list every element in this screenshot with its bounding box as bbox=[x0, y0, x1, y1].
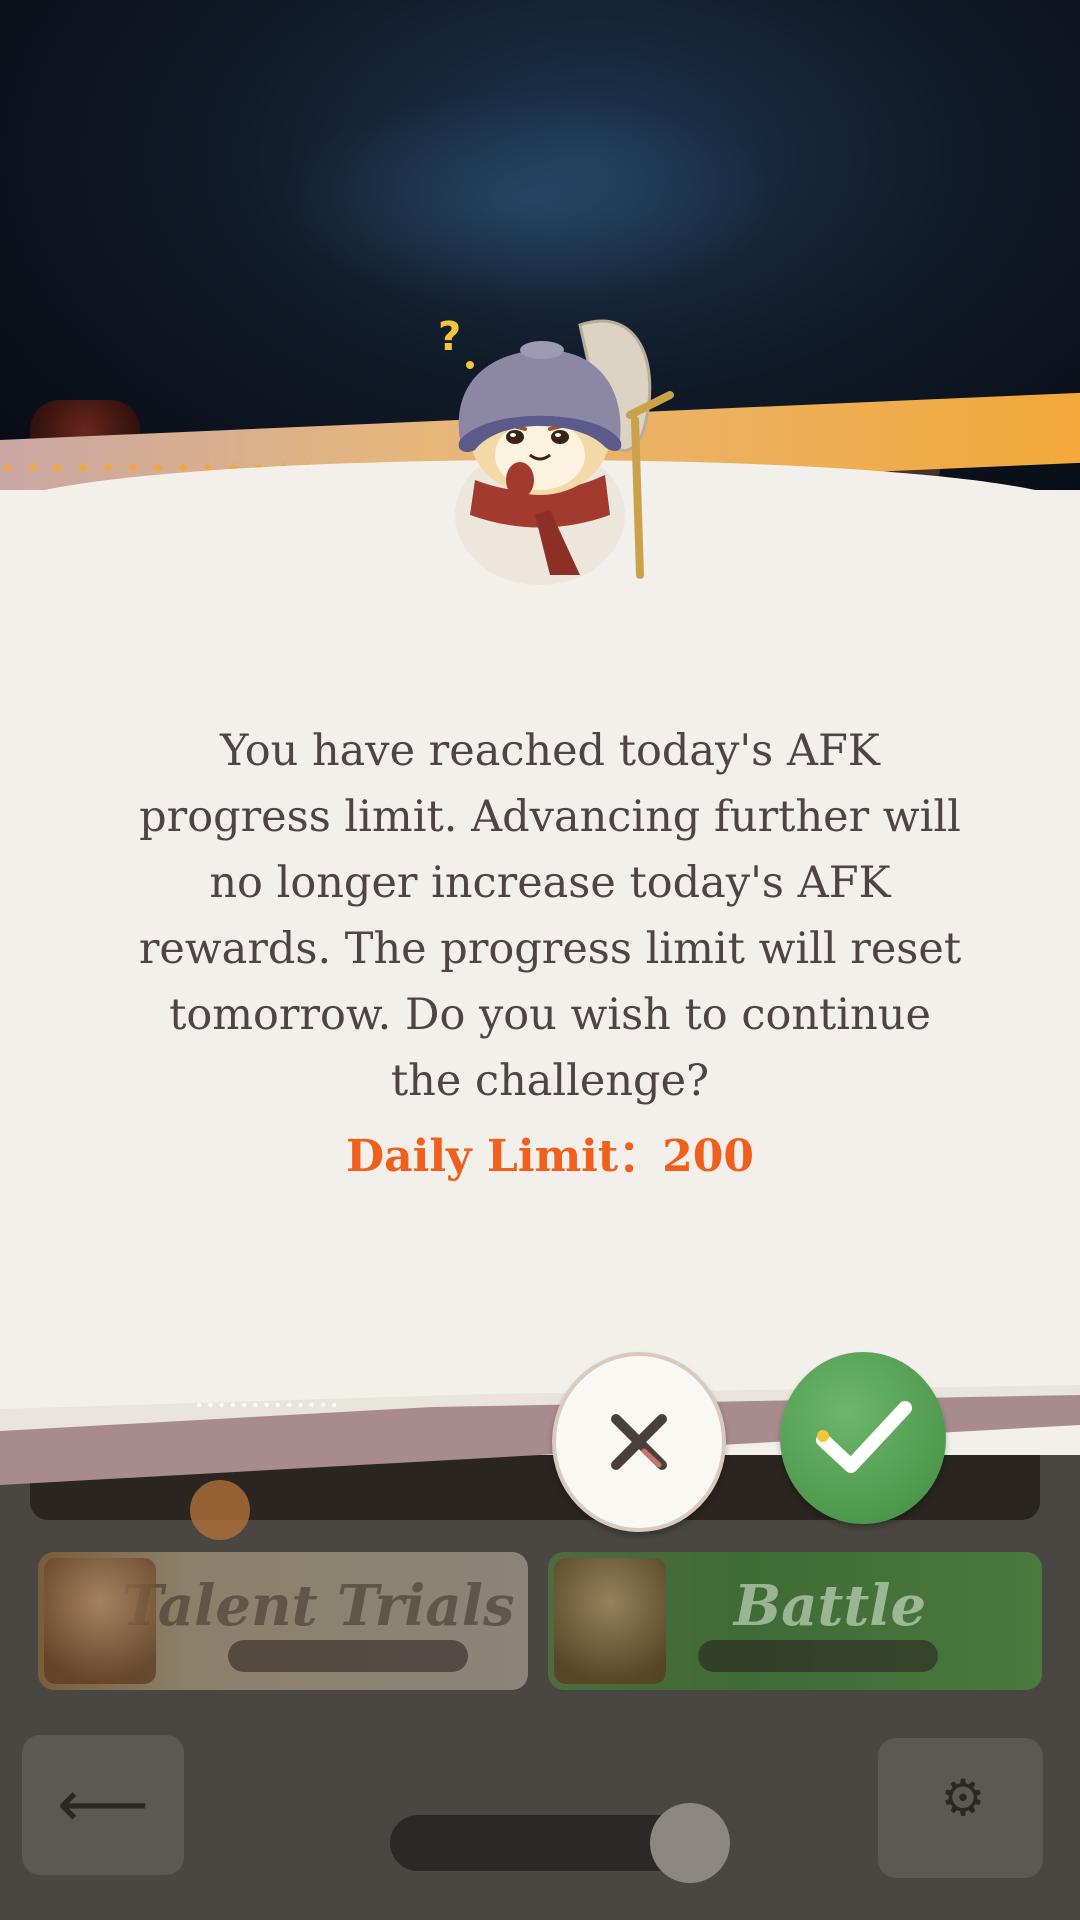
card-stat-pill bbox=[228, 1640, 468, 1672]
reports-button[interactable]: ⚙ bbox=[878, 1738, 1043, 1878]
back-button[interactable]: ⟵ bbox=[22, 1735, 184, 1875]
card-title: Talent Trials bbox=[121, 1573, 515, 1639]
battle-card[interactable]: Battle bbox=[548, 1552, 1042, 1690]
scene-glow bbox=[280, 90, 780, 310]
card-title: Battle bbox=[733, 1573, 927, 1639]
hero-portrait bbox=[554, 1558, 666, 1684]
dialog-dots: ••••••••••••• bbox=[195, 1398, 342, 1414]
daily-limit-label: Daily Limit：200 bbox=[345, 1131, 755, 1182]
checkmark-icon bbox=[816, 1401, 912, 1473]
dialog-message: You have reached today's AFK progress li… bbox=[138, 726, 962, 1106]
bike-icon: ⚙ bbox=[940, 1769, 986, 1827]
close-icon bbox=[611, 1414, 667, 1470]
hero-portrait bbox=[44, 1558, 156, 1684]
question-mark-icon: ? bbox=[438, 314, 461, 360]
coin-icon bbox=[190, 1480, 250, 1540]
card-stat-pill bbox=[698, 1640, 938, 1672]
bottom-pill[interactable] bbox=[390, 1803, 730, 1883]
confirm-button[interactable] bbox=[780, 1352, 946, 1524]
avatar bbox=[650, 1803, 730, 1883]
cancel-button[interactable] bbox=[552, 1352, 726, 1532]
back-arrow-icon: ⟵ bbox=[57, 1768, 149, 1842]
talent-trials-card[interactable]: Talent Trials bbox=[38, 1552, 528, 1690]
mascot-character: ? bbox=[438, 314, 674, 585]
